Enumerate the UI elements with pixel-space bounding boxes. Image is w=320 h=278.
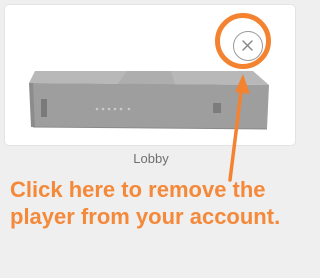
- player-device-image: [29, 71, 269, 130]
- close-icon: [242, 40, 253, 51]
- annotation-text: Click here to remove the player from you…: [10, 177, 281, 229]
- player-name-label: Lobby: [133, 151, 169, 166]
- player-tile-screen: Lobby Click here to remove the player fr…: [0, 0, 302, 278]
- remove-player-button[interactable]: [233, 31, 263, 61]
- player-card[interactable]: [5, 5, 295, 145]
